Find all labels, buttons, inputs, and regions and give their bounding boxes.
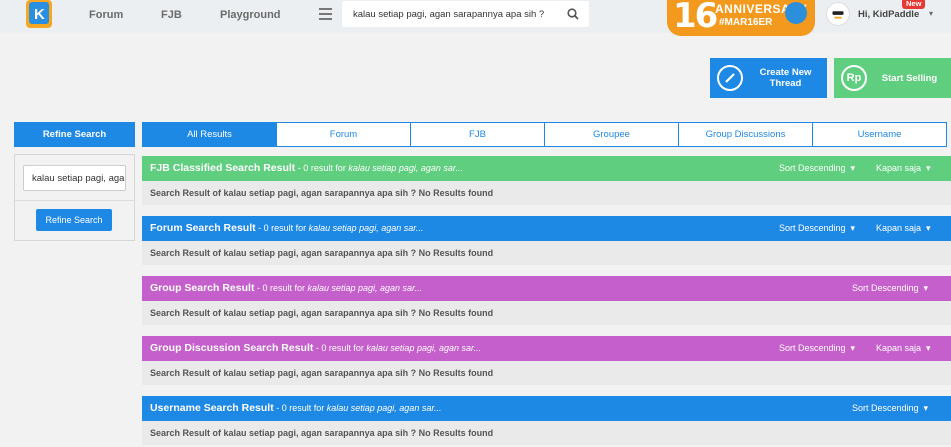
fjb-result-section: FJB Classified Search Result - 0 result … [142,156,951,205]
pencil-icon [717,65,743,91]
sort-dropdown[interactable]: Sort Descending ▾ [779,216,855,241]
user-avatar-icon[interactable] [826,2,850,26]
refine-search-input[interactable] [23,165,126,191]
result-tabs: All Results Forum FJB Groupee Group Disc… [142,122,947,147]
no-results-message: Search Result of kalau setiap pagi, agan… [142,421,951,445]
kaskus-logo-icon[interactable]: K [24,0,54,32]
refine-search-panel: Refine Search [14,154,135,241]
tab-groupee[interactable]: Groupee [544,123,678,146]
sort-dropdown[interactable]: Sort Descending ▾ [779,336,855,361]
tab-group-discussions[interactable]: Group Discussions [678,123,812,146]
no-results-message: Search Result of kalau setiap pagi, agan… [142,301,951,325]
user-greeting[interactable]: Hi, KidPaddle [858,9,919,20]
section-title: Group Discussion Search Result - 0 resul… [150,342,482,354]
time-filter-dropdown[interactable]: Kapan saja ▾ [876,156,931,181]
section-title: Forum Search Result - 0 result for kalau… [150,222,424,234]
anniversary-hashtag: #MAR16ER [719,17,773,28]
group-discussion-result-header: Group Discussion Search Result - 0 resul… [142,336,951,361]
section-title: Username Search Result - 0 result for ka… [150,402,442,414]
group-result-section: Group Search Result - 0 result for kalau… [142,276,951,325]
sort-dropdown[interactable]: Sort Descending ▾ [779,156,855,181]
chevron-down-icon[interactable]: ▾ [929,9,933,18]
username-result-section: Username Search Result - 0 result for ka… [142,396,951,445]
group-discussion-result-section: Group Discussion Search Result - 0 resul… [142,336,951,385]
section-title: FJB Classified Search Result - 0 result … [150,162,464,174]
sort-dropdown[interactable]: Sort Descending ▾ [852,276,928,301]
time-filter-dropdown[interactable]: Kapan saja ▾ [876,216,931,241]
hamburger-menu-icon[interactable] [319,8,332,20]
mascot-icon [785,2,807,24]
create-new-thread-button[interactable]: Create New Thread [710,58,827,98]
tab-username[interactable]: Username [812,123,946,146]
sort-dropdown[interactable]: Sort Descending ▾ [852,396,928,421]
forum-result-header: Forum Search Result - 0 result for kalau… [142,216,951,241]
rupiah-icon: Rp [841,65,867,91]
svg-text:K: K [34,6,45,23]
create-new-thread-label: Create New Thread [759,67,812,89]
no-results-message: Search Result of kalau setiap pagi, agan… [142,241,951,265]
divider [15,200,134,201]
anniversary-number: 16 [673,0,718,36]
refine-search-header: Refine Search [14,122,135,147]
refine-search-button[interactable]: Refine Search [36,209,112,231]
new-badge: New [902,0,926,9]
start-selling-label: Start Selling [881,72,938,84]
section-title: Group Search Result - 0 result for kalau… [150,282,423,294]
time-filter-dropdown[interactable]: Kapan saja ▾ [876,336,931,361]
tab-fjb[interactable]: FJB [410,123,544,146]
start-selling-button[interactable]: Rp Start Selling [834,58,951,98]
search-icon[interactable] [567,8,579,20]
search-box [342,1,589,27]
tab-all-results[interactable]: All Results [143,123,276,146]
top-navbar: K Forum FJB Playground 16 ANNIVERSARY #M… [0,0,951,36]
nav-forum-link[interactable]: Forum [89,9,123,21]
no-results-message: Search Result of kalau setiap pagi, agan… [142,181,951,205]
forum-result-section: Forum Search Result - 0 result for kalau… [142,216,951,265]
username-result-header: Username Search Result - 0 result for ka… [142,396,951,421]
anniversary-banner[interactable]: 16 ANNIVERSARY #MAR16ER [667,0,815,36]
fjb-result-header: FJB Classified Search Result - 0 result … [142,156,951,181]
nav-playground-link[interactable]: Playground [220,9,281,21]
nav-fjb-link[interactable]: FJB [161,9,182,21]
group-result-header: Group Search Result - 0 result for kalau… [142,276,951,301]
tab-forum[interactable]: Forum [276,123,410,146]
no-results-message: Search Result of kalau setiap pagi, agan… [142,361,951,385]
search-input[interactable] [342,1,562,27]
